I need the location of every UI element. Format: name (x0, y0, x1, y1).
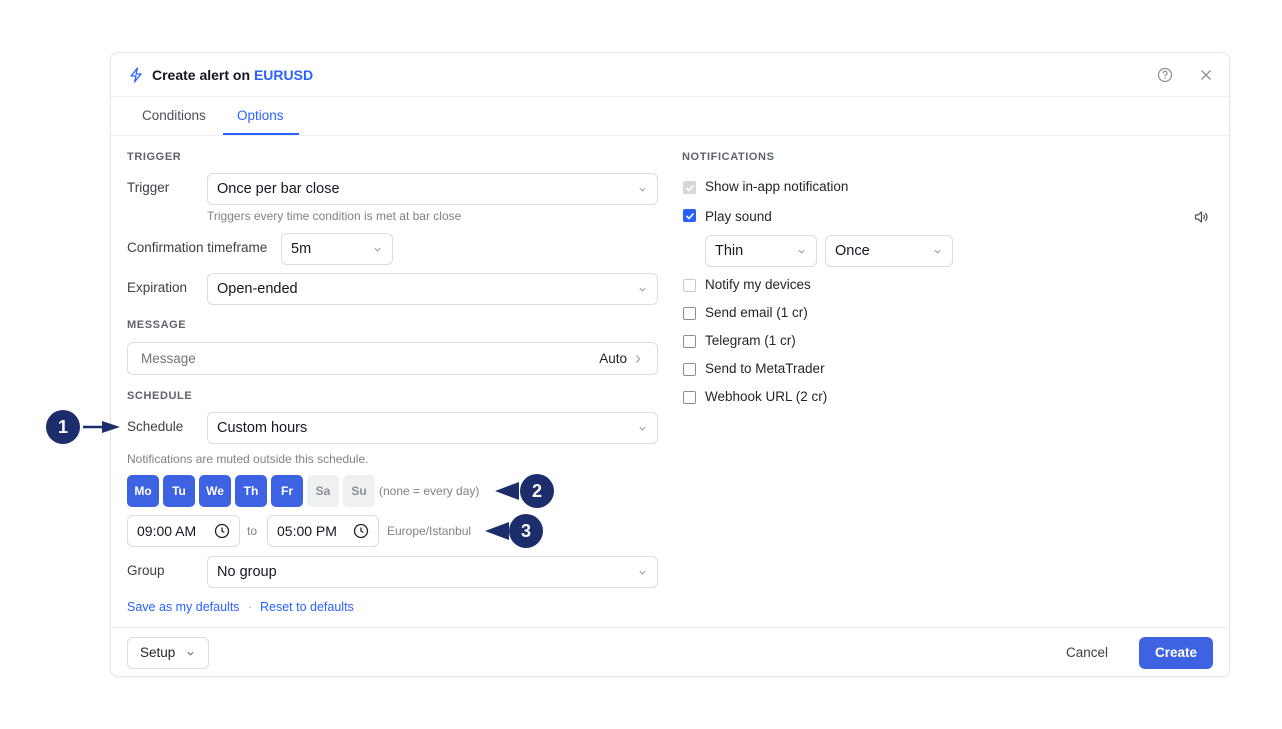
chevron-right-icon (636, 355, 641, 363)
schedule-end-time[interactable]: 05:00 PM (267, 515, 379, 547)
send-email-label: Send email (1 cr) (705, 305, 808, 320)
arrow-left-icon (485, 522, 509, 540)
group-label: Group (127, 563, 165, 578)
sound-repeat-select[interactable]: Once (825, 235, 953, 267)
setup-label: Setup (140, 645, 176, 660)
annotation-marker-3: 3 (509, 514, 543, 548)
defaults-separator: · (248, 600, 253, 614)
play-sound-checkbox[interactable] (683, 209, 696, 222)
telegram-label: Telegram (1 cr) (705, 333, 796, 348)
confirmation-timeframe-label: Confirmation timeframe (127, 240, 268, 255)
send-email-checkbox[interactable] (683, 307, 696, 320)
clock-icon (353, 523, 369, 539)
time-range-separator: to (247, 524, 258, 538)
tab-conditions[interactable]: Conditions (142, 108, 206, 123)
active-tab-indicator (223, 133, 299, 135)
dialog-tabs: Conditions Options (111, 97, 1229, 136)
dialog-footer: Setup Cancel Create (111, 627, 1229, 678)
message-section-title: MESSAGE (127, 319, 187, 331)
cancel-button[interactable]: Cancel (1066, 645, 1108, 660)
day-toggle-sa[interactable]: Sa (307, 475, 339, 507)
create-button[interactable]: Create (1139, 637, 1213, 669)
days-note: (none = every day) (379, 484, 480, 498)
annotation-marker-1: 1 (46, 410, 80, 444)
chevron-down-icon (639, 570, 646, 575)
chevron-down-icon (934, 249, 941, 254)
chevron-down-icon (374, 247, 381, 252)
schedule-hint: Notifications are muted outside this sch… (127, 452, 369, 466)
trigger-section-title: TRIGGER (127, 151, 182, 163)
day-toggle-su[interactable]: Su (343, 475, 375, 507)
arrow-right-icon (83, 421, 120, 433)
checkmark-icon (685, 212, 695, 220)
expiration-value: Open-ended (217, 281, 298, 297)
play-sound-label: Play sound (705, 209, 772, 224)
chevron-down-icon (639, 187, 646, 192)
schedule-value: Custom hours (217, 420, 308, 436)
start-time-value: 09:00 AM (137, 523, 197, 539)
metatrader-checkbox[interactable] (683, 363, 696, 376)
trigger-select[interactable]: Once per bar close (207, 173, 658, 205)
chevron-down-icon (798, 249, 805, 254)
notify-devices-label: Notify my devices (705, 277, 811, 292)
metatrader-label: Send to MetaTrader (705, 361, 825, 376)
group-select[interactable]: No group (207, 556, 658, 588)
notify-devices-checkbox (683, 279, 696, 292)
message-field[interactable]: Message Auto (127, 342, 658, 375)
symbol-name: EURUSD (253, 67, 314, 83)
chevron-down-icon (639, 287, 646, 292)
webhook-checkbox[interactable] (683, 391, 696, 404)
title-prefix: Create alert on (152, 67, 254, 83)
save-defaults-link[interactable]: Save as my defaults (127, 600, 240, 614)
expiration-select[interactable]: Open-ended (207, 273, 658, 305)
chevron-down-icon (639, 426, 646, 431)
day-toggle-th[interactable]: Th (235, 475, 267, 507)
day-toggle-fr[interactable]: Fr (271, 475, 303, 507)
schedule-timezone: Europe/Istanbul (387, 524, 472, 538)
bolt-icon (130, 67, 142, 83)
trigger-hint: Triggers every time condition is met at … (207, 209, 462, 223)
setup-button[interactable]: Setup (127, 637, 209, 669)
confirmation-timeframe-select[interactable]: 5m (281, 233, 393, 265)
schedule-start-time[interactable]: 09:00 AM (127, 515, 240, 547)
schedule-section-title: SCHEDULE (127, 390, 193, 402)
webhook-label: Webhook URL (2 cr) (705, 389, 828, 404)
day-toggle-we[interactable]: We (199, 475, 231, 507)
chevron-down-icon (187, 651, 194, 656)
confirmation-timeframe-value: 5m (291, 241, 312, 257)
help-icon[interactable] (1157, 67, 1173, 83)
reset-defaults-link[interactable]: Reset to defaults (260, 600, 354, 614)
dialog-title: Create alert on EURUSD (152, 67, 313, 83)
create-alert-dialog: Create alert on EURUSD Conditions Option… (110, 52, 1230, 677)
arrow-left-icon (495, 482, 519, 500)
end-time-value: 05:00 PM (277, 523, 337, 539)
in-app-notification-checkbox (683, 181, 696, 194)
sound-select[interactable]: Thin (705, 235, 817, 267)
schedule-label: Schedule (127, 419, 184, 434)
sound-repeat-value: Once (835, 243, 870, 259)
dialog-header: Create alert on EURUSD (111, 53, 1229, 97)
message-mode: Auto (599, 351, 627, 366)
clock-icon (214, 523, 230, 539)
speaker-icon[interactable] (1193, 209, 1209, 225)
telegram-checkbox[interactable] (683, 335, 696, 348)
close-icon[interactable] (1198, 67, 1214, 83)
group-value: No group (217, 564, 277, 580)
annotation-marker-2: 2 (520, 474, 554, 508)
day-toggle-mo[interactable]: Mo (127, 475, 159, 507)
checkmark-icon (685, 184, 695, 192)
in-app-notification-label: Show in-app notification (705, 179, 849, 194)
trigger-label: Trigger (127, 180, 170, 195)
message-placeholder: Message (141, 351, 196, 366)
tab-options[interactable]: Options (237, 108, 284, 123)
expiration-label: Expiration (127, 280, 188, 295)
day-toggle-tu[interactable]: Tu (163, 475, 195, 507)
sound-value: Thin (715, 243, 744, 259)
trigger-value: Once per bar close (217, 181, 340, 197)
schedule-select[interactable]: Custom hours (207, 412, 658, 444)
notifications-section-title: NOTIFICATIONS (682, 151, 775, 163)
